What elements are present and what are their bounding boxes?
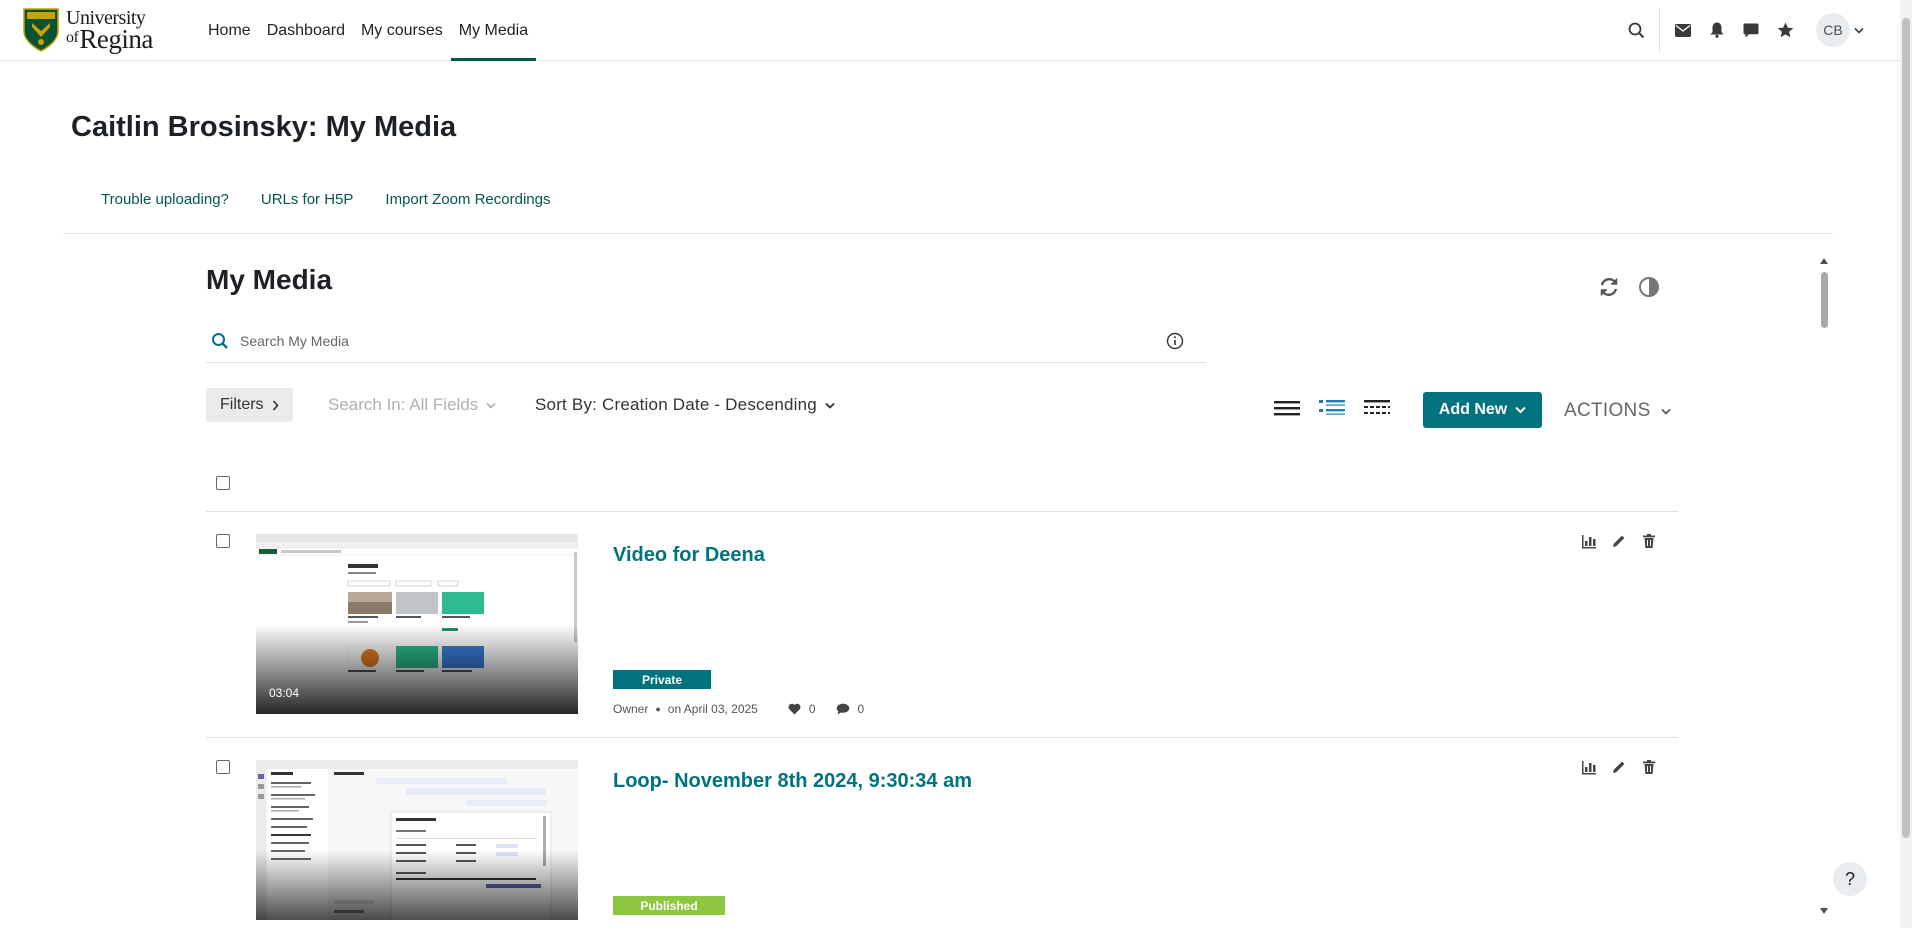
nav-divider	[1659, 8, 1660, 52]
logo-text: University ofRegina	[66, 8, 153, 53]
logo-line2: ofRegina	[66, 23, 153, 54]
comments-stat: 0	[836, 702, 865, 716]
search-icon[interactable]	[1619, 12, 1653, 48]
entry-thumbnail[interactable]	[256, 760, 578, 920]
likes-count: 0	[808, 702, 816, 716]
star-icon[interactable]	[1768, 12, 1802, 48]
entry-actions	[1581, 533, 1657, 549]
status-badge: Published	[613, 896, 725, 915]
page-scrollbar[interactable]	[1900, 0, 1912, 928]
meta-separator: ●	[655, 704, 661, 714]
scroll-up-arrow-icon[interactable]	[1820, 258, 1828, 264]
user-avatar[interactable]: CB	[1816, 13, 1850, 47]
analytics-icon[interactable]	[1581, 533, 1597, 549]
entry-actions	[1581, 759, 1657, 775]
trash-icon[interactable]	[1641, 759, 1657, 775]
nav-home[interactable]: Home	[200, 0, 259, 61]
entry-thumbnail[interactable]: 03:04	[256, 534, 578, 714]
trash-icon[interactable]	[1641, 533, 1657, 549]
heart-icon	[788, 703, 801, 715]
section-divider	[63, 233, 1833, 234]
bell-icon[interactable]	[1700, 12, 1734, 48]
top-navbar: University ofRegina Home Dashboard My co…	[0, 0, 1900, 61]
duration-label: 03:04	[269, 686, 300, 700]
chevron-down-icon[interactable]	[1854, 21, 1864, 39]
edit-pencil-icon[interactable]	[1611, 533, 1627, 549]
nav-my-courses[interactable]: My courses	[353, 0, 451, 61]
secondary-links: Trouble uploading? URLs for H5P Import Z…	[101, 191, 550, 208]
filters-label: Filters	[220, 396, 264, 413]
nav-dashboard[interactable]: Dashboard	[259, 0, 353, 61]
thumbnail-gradient	[256, 850, 578, 920]
owner-label: Owner	[613, 702, 649, 716]
logo-of: of	[66, 28, 79, 46]
entry-checkbox[interactable]	[216, 534, 230, 548]
refresh-icon[interactable]	[1598, 276, 1620, 298]
search-icon	[212, 333, 228, 349]
chevron-right-icon	[272, 399, 279, 411]
row-divider	[206, 737, 1678, 738]
row-divider	[206, 511, 1678, 512]
search-bar	[206, 319, 1206, 363]
chevron-down-icon	[486, 402, 496, 409]
thumbnail-gradient	[256, 624, 578, 714]
sort-by-label: Sort By: Creation Date - Descending	[535, 395, 817, 414]
search-in-dropdown[interactable]: Search In: All Fields	[328, 395, 496, 415]
search-in-label: Search In: All Fields	[328, 395, 479, 414]
envelope-icon[interactable]	[1666, 12, 1700, 48]
comments-count: 0	[857, 702, 865, 716]
entry-title-link[interactable]: Loop- November 8th 2024, 9:30:34 am	[613, 770, 972, 793]
entry-meta: Owner ● on April 03, 2025 0 0	[613, 702, 864, 716]
date-label: on April 03, 2025	[667, 702, 758, 716]
actions-dropdown[interactable]: ACTIONS	[1564, 400, 1671, 422]
scroll-down-arrow-icon[interactable]	[1820, 908, 1828, 914]
link-trouble-uploading[interactable]: Trouble uploading?	[101, 191, 229, 208]
frame-scrollbar-thumb[interactable]	[1821, 272, 1828, 328]
primary-nav: Home Dashboard My courses My Media	[200, 0, 537, 61]
nav-right-tools: CB	[1619, 8, 1864, 52]
entry-title-link[interactable]: Video for Deena	[613, 544, 765, 567]
nav-my-media[interactable]: My Media	[450, 0, 537, 61]
my-media-heading: My Media	[206, 264, 333, 295]
my-media-frame: My Media Filters Search In: All Fields S…	[190, 250, 1830, 928]
status-badge: Private	[613, 670, 711, 689]
detailed-list-view-icon[interactable]	[1317, 396, 1347, 420]
analytics-icon[interactable]	[1581, 759, 1597, 775]
sort-by-dropdown[interactable]: Sort By: Creation Date - Descending	[535, 395, 835, 415]
logo-regina: Regina	[79, 23, 153, 54]
actions-label: ACTIONS	[1564, 400, 1651, 421]
edit-pencil-icon[interactable]	[1611, 759, 1627, 775]
page-title: Caitlin Brosinsky: My Media	[71, 111, 457, 143]
frame-scrollbar[interactable]	[1818, 256, 1830, 916]
chevron-down-icon	[825, 402, 835, 409]
chat-icon[interactable]	[1734, 12, 1768, 48]
university-logo[interactable]: University ofRegina	[22, 6, 172, 54]
help-button[interactable]: ?	[1833, 862, 1867, 896]
page-scrollbar-thumb[interactable]	[1902, 18, 1910, 838]
add-new-label: Add New	[1438, 401, 1508, 418]
contrast-icon[interactable]	[1638, 276, 1660, 298]
likes-stat: 0	[788, 702, 816, 716]
comment-icon	[836, 703, 849, 715]
list-view-icon[interactable]	[1272, 396, 1302, 420]
chevron-down-icon	[1515, 406, 1526, 414]
chevron-down-icon	[1660, 408, 1671, 415]
compact-view-icon[interactable]	[1362, 396, 1392, 420]
add-new-button[interactable]: Add New	[1423, 392, 1542, 428]
entry-checkbox[interactable]	[216, 760, 230, 774]
link-import-zoom[interactable]: Import Zoom Recordings	[385, 191, 550, 208]
search-input[interactable]	[240, 329, 1120, 353]
filters-button[interactable]: Filters	[206, 388, 293, 422]
link-urls-for-h5p[interactable]: URLs for H5P	[261, 191, 354, 208]
info-icon[interactable]	[1166, 332, 1184, 350]
select-all-checkbox[interactable]	[216, 476, 230, 490]
shield-crest-icon	[23, 8, 59, 52]
